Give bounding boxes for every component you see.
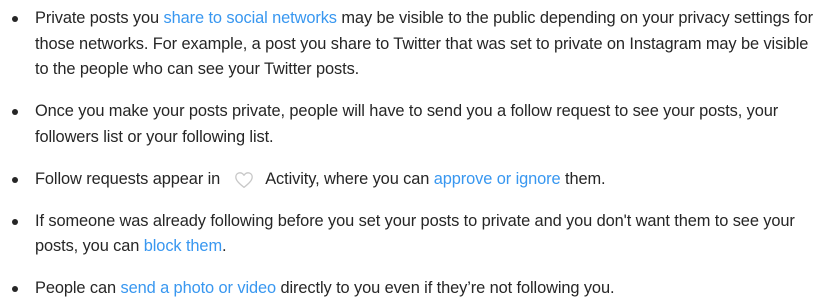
- heart-icon: [229, 169, 259, 191]
- item-text: Follow requests appear in: [35, 169, 225, 188]
- item-text: .: [222, 237, 227, 255]
- list-item: Once you make your posts private, people…: [9, 99, 821, 150]
- approve-or-ignore-link[interactable]: approve or ignore: [434, 170, 561, 188]
- bullet-dot: [12, 286, 18, 292]
- item-text: them.: [560, 169, 606, 188]
- bullet-dot: [12, 176, 18, 183]
- share-to-social-networks-link[interactable]: share to social networks: [163, 9, 337, 27]
- item-text: Once you make your posts private, people…: [35, 102, 779, 146]
- list-item: If someone was already following before …: [9, 209, 821, 260]
- list-item: Follow requests appear in Activity, wher…: [9, 167, 821, 193]
- bullet-dot: [12, 218, 18, 225]
- list-item: Private posts you share to social networ…: [9, 6, 821, 83]
- bullet-dot: [12, 16, 18, 22]
- list-item: People can send a photo or video directl…: [9, 276, 821, 302]
- bullet-dot: [12, 109, 18, 115]
- item-text: Activity, where you can: [261, 169, 434, 188]
- item-text: People can: [35, 279, 121, 297]
- send-a-photo-or-video-link[interactable]: send a photo or video: [120, 279, 276, 297]
- item-text: directly to you even if they’re not foll…: [276, 279, 615, 297]
- privacy-bullet-list: Private posts you share to social networ…: [0, 6, 821, 302]
- block-them-link[interactable]: block them: [144, 237, 222, 255]
- item-text: Private posts you: [35, 9, 164, 27]
